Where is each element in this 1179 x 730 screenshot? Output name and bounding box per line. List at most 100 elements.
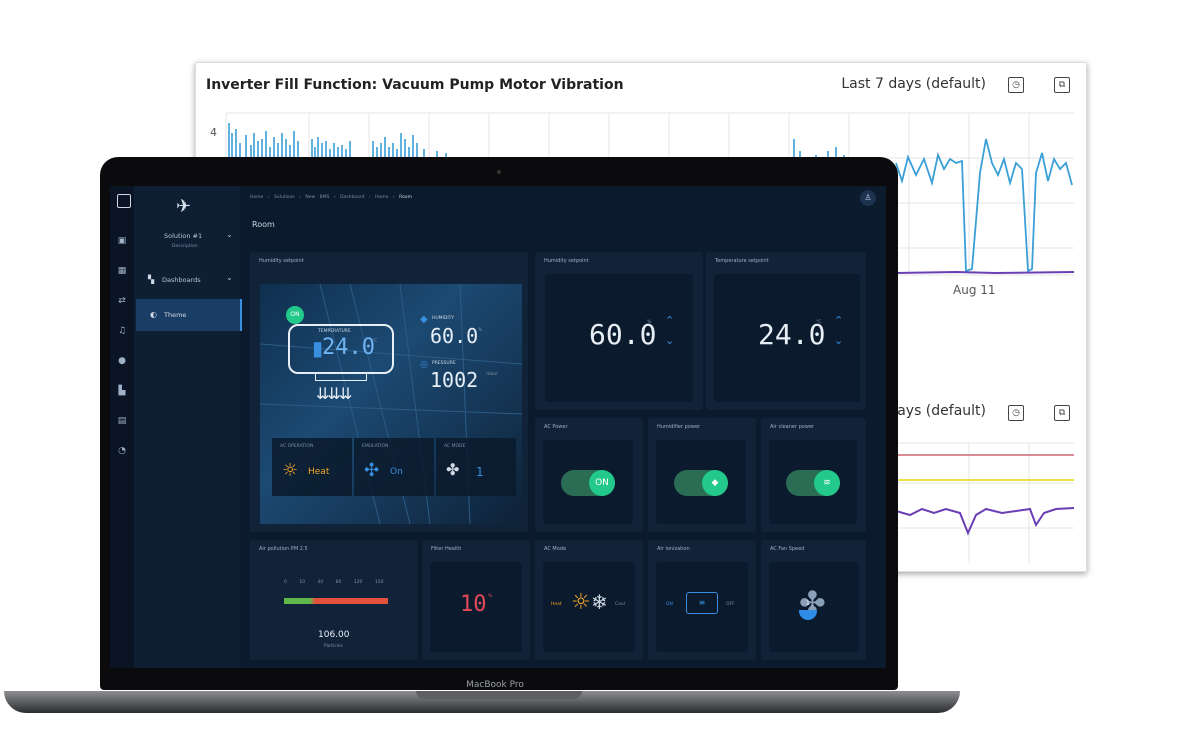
rocket-icon: ✈ xyxy=(176,196,192,217)
air-ionization-panel: Air ionization ON ≡ OFF xyxy=(648,540,756,660)
breadcrumb-item[interactable]: Home xyxy=(250,195,263,200)
drop-icon: ◆ xyxy=(702,470,728,496)
gauge-tick: 120 xyxy=(353,580,363,585)
laptop-notch xyxy=(416,691,582,699)
ac-power-display: ON xyxy=(543,440,633,524)
ac-mode-display: Heat ☼ ❄ Cool xyxy=(543,562,635,652)
grid-icon[interactable]: ▦ xyxy=(117,266,127,276)
bell-icon[interactable]: ♫ xyxy=(117,326,127,336)
humidity-setpoint-display: 60.0 % ⌃ ⌄ xyxy=(545,274,693,402)
fan-icon: ✣ xyxy=(364,460,380,481)
ac-operation-value: Heat xyxy=(308,467,330,477)
air-cleaner-power-toggle[interactable]: ≋ xyxy=(786,470,840,496)
flow-icon[interactable]: ⇄ xyxy=(117,296,127,306)
app-logo-icon[interactable] xyxy=(117,194,131,208)
x-tick-label: Aug 11 xyxy=(953,283,996,297)
chevron-down-icon: ⌄ xyxy=(226,273,233,282)
breadcrumb-item[interactable]: New BMS xyxy=(305,195,329,200)
breadcrumb-item[interactable]: Dashboard xyxy=(340,195,364,200)
hero-image: ⇊⇊⇊ ON TEMPERATURE ▮ 24.0 °C ◆ HUMIDITY … xyxy=(260,284,522,524)
temperature-value: 24.0 xyxy=(322,335,375,360)
ac-mode-heat-label[interactable]: Heat xyxy=(551,602,562,607)
expand-icon[interactable]: ⧉ xyxy=(1054,77,1070,93)
decrease-button[interactable]: ⌄ xyxy=(665,334,674,347)
sidebar-item-label: Dashboards xyxy=(162,276,201,284)
ac-power-toggle[interactable]: ON xyxy=(561,470,615,496)
dashboard-screen: ▣ ▦ ⇄ ♫ ● ▙ ▤ ◔ ✈ Solution #1 ⌄ Descript… xyxy=(110,186,886,668)
gauge-tick: 10 xyxy=(299,580,306,585)
ac-mode-label: AC MODE xyxy=(444,444,466,449)
building-icon[interactable]: ▙ xyxy=(117,386,127,396)
account-icon[interactable]: ♙ xyxy=(860,190,876,206)
time-range-label-2[interactable]: days (default) xyxy=(888,403,986,419)
pollution-unit: Particles xyxy=(324,644,343,649)
gauge-tick: 0 xyxy=(284,580,287,585)
ac-operation-card[interactable]: AC OPERATION ☼ Heat xyxy=(272,438,352,496)
humidifier-power-panel: Humidifier power ◆ xyxy=(648,418,756,532)
fan-speed-icon: ✤ xyxy=(446,460,460,479)
on-badge: ON xyxy=(286,306,304,324)
pollution-gauge-bar xyxy=(284,598,388,604)
home-icon[interactable]: ▣ xyxy=(117,236,127,246)
temperature-setpoint-panel: Temperature setpoint 24.0 °C ⌃ ⌄ xyxy=(706,252,866,410)
ac-mode-cool-label[interactable]: Cool xyxy=(615,602,625,607)
series-blue-spikes xyxy=(228,123,845,158)
temperature-setpoint-unit: °C xyxy=(816,320,822,325)
sidebar: ✈ Solution #1 ⌄ Description ▚ Dashboards… xyxy=(134,186,242,668)
time-range-label[interactable]: Last 7 days (default) xyxy=(841,76,986,92)
calendar-icon-2[interactable]: ◷ xyxy=(1008,405,1024,421)
breadcrumb-item: Room xyxy=(399,195,412,200)
y-tick-label: 4 xyxy=(210,126,217,139)
ac-mode-card[interactable]: AC MODE ✤ 1 xyxy=(436,438,516,496)
temperature-setpoint-display: 24.0 °C ⌃ ⌄ xyxy=(714,274,860,402)
chevron-down-icon[interactable]: ⌄ xyxy=(226,230,233,239)
air-pollution-label: Air pollution PM 2.5 xyxy=(259,546,308,552)
clock-icon[interactable]: ◔ xyxy=(117,446,127,456)
ac-fan-speed-label: AC Fan Speed xyxy=(770,546,805,552)
emulation-value: On xyxy=(390,467,403,477)
filter-health-unit: % xyxy=(488,594,493,599)
humidity-setpoint-panel: Humidity setpoint 60.0 % ⌃ ⌄ xyxy=(535,252,703,410)
series-purple-line xyxy=(895,270,1075,275)
temperature-unit: °C xyxy=(372,339,378,344)
ionization-on-label[interactable]: ON xyxy=(666,602,673,607)
increase-button[interactable]: ⌃ xyxy=(665,314,674,327)
laptop-brand: MacBook Pro xyxy=(466,680,524,690)
humidifier-power-toggle[interactable]: ◆ xyxy=(674,470,728,496)
calendar-icon[interactable]: ◷ xyxy=(1008,77,1024,93)
series-blue-line xyxy=(895,138,1073,273)
user-icon[interactable]: ● xyxy=(117,356,127,366)
sidebar-item-dashboards[interactable]: ▚ Dashboards ⌄ xyxy=(134,269,240,291)
humidity-label: HUMIDITY xyxy=(432,316,455,321)
folder-icon[interactable]: ▤ xyxy=(117,416,127,426)
breadcrumb-item[interactable]: Home xyxy=(375,195,388,200)
temperature-label: TEMPERATURE xyxy=(318,329,351,334)
pressure-unit: mbar xyxy=(486,372,498,377)
humidity-icon: ◆ xyxy=(420,314,428,325)
humidifier-power-label: Humidifier power xyxy=(657,424,701,430)
pressure-icon: ◎ xyxy=(420,360,428,370)
emulation-label: EMULATION xyxy=(362,444,389,449)
ac-power-panel: AC Power ON xyxy=(535,418,643,532)
decrease-button[interactable]: ⌄ xyxy=(834,334,843,347)
emulation-card[interactable]: EMULATION ✣ On xyxy=(354,438,434,496)
temperature-setpoint-label: Temperature setpoint xyxy=(715,258,769,264)
chart-title: Inverter Fill Function: Vacuum Pump Moto… xyxy=(206,77,624,93)
air-ionization-label: Air ionization xyxy=(657,546,690,552)
breadcrumb-item[interactable]: Solutions xyxy=(274,195,295,200)
sidebar-item-theme[interactable]: ◐ Theme xyxy=(136,299,242,331)
air-pollution-panel: Air pollution PM 2.5 0 10 40 80 120 150 … xyxy=(250,540,418,660)
ionization-off-label[interactable]: OFF xyxy=(726,602,735,607)
increase-button[interactable]: ⌃ xyxy=(834,314,843,327)
gauge-tick: 80 xyxy=(335,580,342,585)
ac-mode-panel-label: AC Mode xyxy=(544,546,567,552)
toggle-knob: ON xyxy=(589,470,615,496)
grid-lower xyxy=(896,442,1074,563)
breadcrumb: Home › Solutions › New BMS › Dashboard ›… xyxy=(250,195,412,200)
solution-description: Description xyxy=(172,244,198,249)
page-title: Room xyxy=(252,220,275,229)
solution-name[interactable]: Solution #1 xyxy=(164,232,202,240)
expand-icon-2[interactable]: ⧉ xyxy=(1054,405,1070,421)
sun-icon: ☼ xyxy=(282,460,299,481)
camera-dot xyxy=(497,170,501,174)
